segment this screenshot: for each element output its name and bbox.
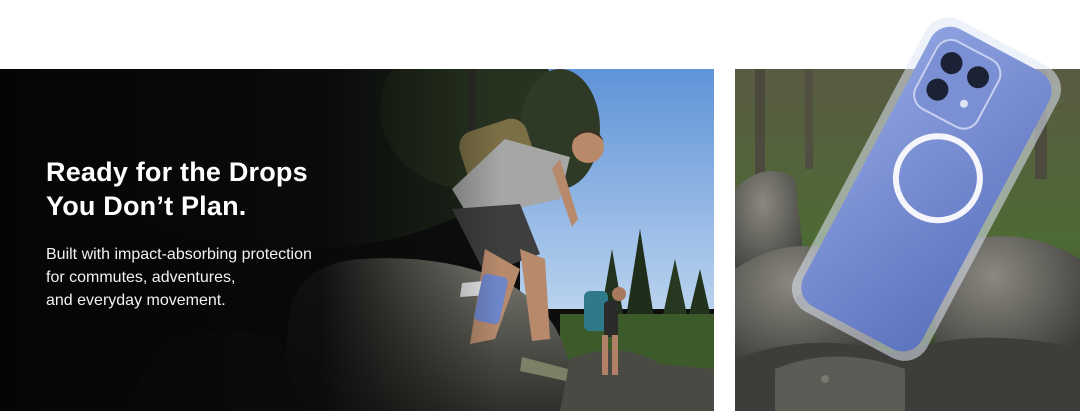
- hero-banner-left: Ready for the Drops You Don’t Plan. Buil…: [0, 69, 714, 411]
- rocks-photo: [735, 69, 1080, 411]
- hero-banner-right: [735, 69, 1080, 411]
- description-line-3: and everyday movement.: [46, 292, 226, 309]
- headline-line-2: You Don’t Plan.: [46, 191, 247, 221]
- description-line-2: for commutes, adventures,: [46, 269, 236, 286]
- headline-line-1: Ready for the Drops: [46, 157, 308, 187]
- description-line-1: Built with impact-absorbing protection: [46, 246, 312, 263]
- hero-copy: Ready for the Drops You Don’t Plan. Buil…: [46, 155, 406, 312]
- hero-description: Built with impact-absorbing protection f…: [46, 243, 406, 312]
- hero-headline: Ready for the Drops You Don’t Plan.: [46, 155, 406, 223]
